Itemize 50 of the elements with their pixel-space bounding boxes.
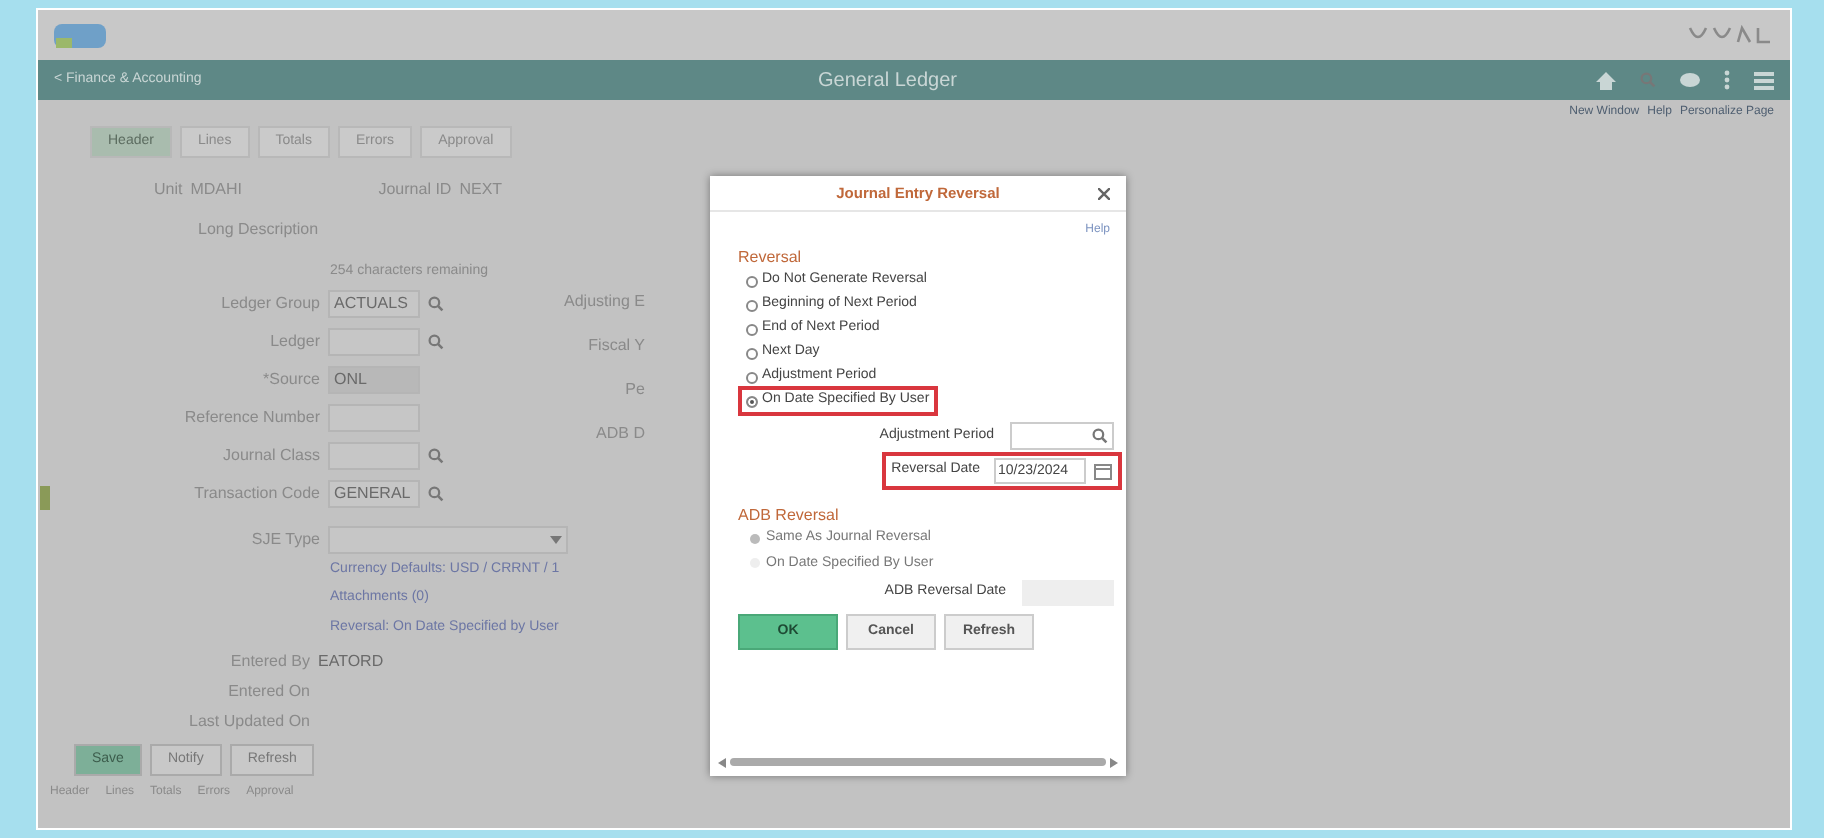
field-label: Entered By xyxy=(228,650,310,674)
field-label: Journal ID xyxy=(378,178,452,202)
input-field[interactable] xyxy=(1010,422,1114,450)
more-icon[interactable] xyxy=(1724,70,1730,90)
search-icon[interactable] xyxy=(428,448,444,464)
field-label: Ledger Group xyxy=(219,292,320,316)
radio-button[interactable] xyxy=(746,299,758,311)
input-field[interactable]: ACTUALS xyxy=(328,290,420,318)
radio-button[interactable] xyxy=(746,323,758,335)
field-label: Transaction Code xyxy=(192,482,320,506)
field-label: Reference Number xyxy=(182,406,320,430)
search-icon[interactable] xyxy=(428,486,444,502)
field-label: Unit xyxy=(154,178,183,202)
field-value: EATORD xyxy=(318,650,384,674)
field-label: Entered On xyxy=(226,680,310,704)
field-label: SJE Type xyxy=(249,527,320,551)
section-heading: Reversal xyxy=(738,246,804,270)
logo-icon xyxy=(54,21,106,49)
field-label: Last Updated On xyxy=(187,710,310,734)
field-label: ADB D xyxy=(596,421,645,445)
field-value: NEXT xyxy=(459,178,503,202)
section-heading: ADB Reversal xyxy=(738,504,841,528)
search-icon[interactable] xyxy=(428,334,444,350)
radio-button[interactable] xyxy=(746,275,758,287)
scroll-right-icon[interactable] xyxy=(1110,757,1118,767)
radio-button[interactable] xyxy=(746,371,758,383)
input-field: ONL xyxy=(328,366,420,394)
page-title: General Ledger xyxy=(818,67,957,95)
logo-icon xyxy=(1686,21,1774,49)
caret-icon xyxy=(550,535,562,543)
input-field[interactable]: GENERAL xyxy=(328,480,420,508)
home-icon[interactable] xyxy=(1596,71,1616,89)
field-value: MDAHI xyxy=(190,178,245,202)
menu-icon[interactable] xyxy=(1754,70,1774,90)
search-icon[interactable] xyxy=(428,296,444,312)
field-label: Long Description xyxy=(198,218,319,242)
horizontal-scrollbar[interactable] xyxy=(718,756,1118,768)
field-label: Journal Class xyxy=(221,444,320,468)
scroll-left-icon[interactable] xyxy=(718,757,726,767)
field-label: Pe xyxy=(625,377,645,401)
calendar-icon[interactable] xyxy=(1094,462,1112,480)
close-icon[interactable] xyxy=(1098,187,1110,199)
field-label: Ledger xyxy=(268,330,320,354)
radio-button[interactable] xyxy=(746,395,758,407)
radio-button[interactable] xyxy=(746,347,758,359)
search-icon[interactable] xyxy=(1092,428,1108,444)
field-label: Fiscal Y xyxy=(588,333,645,357)
field-label: Adjusting E xyxy=(564,289,645,313)
chat-icon[interactable] xyxy=(1680,72,1700,88)
field-label: *Source xyxy=(261,368,320,392)
